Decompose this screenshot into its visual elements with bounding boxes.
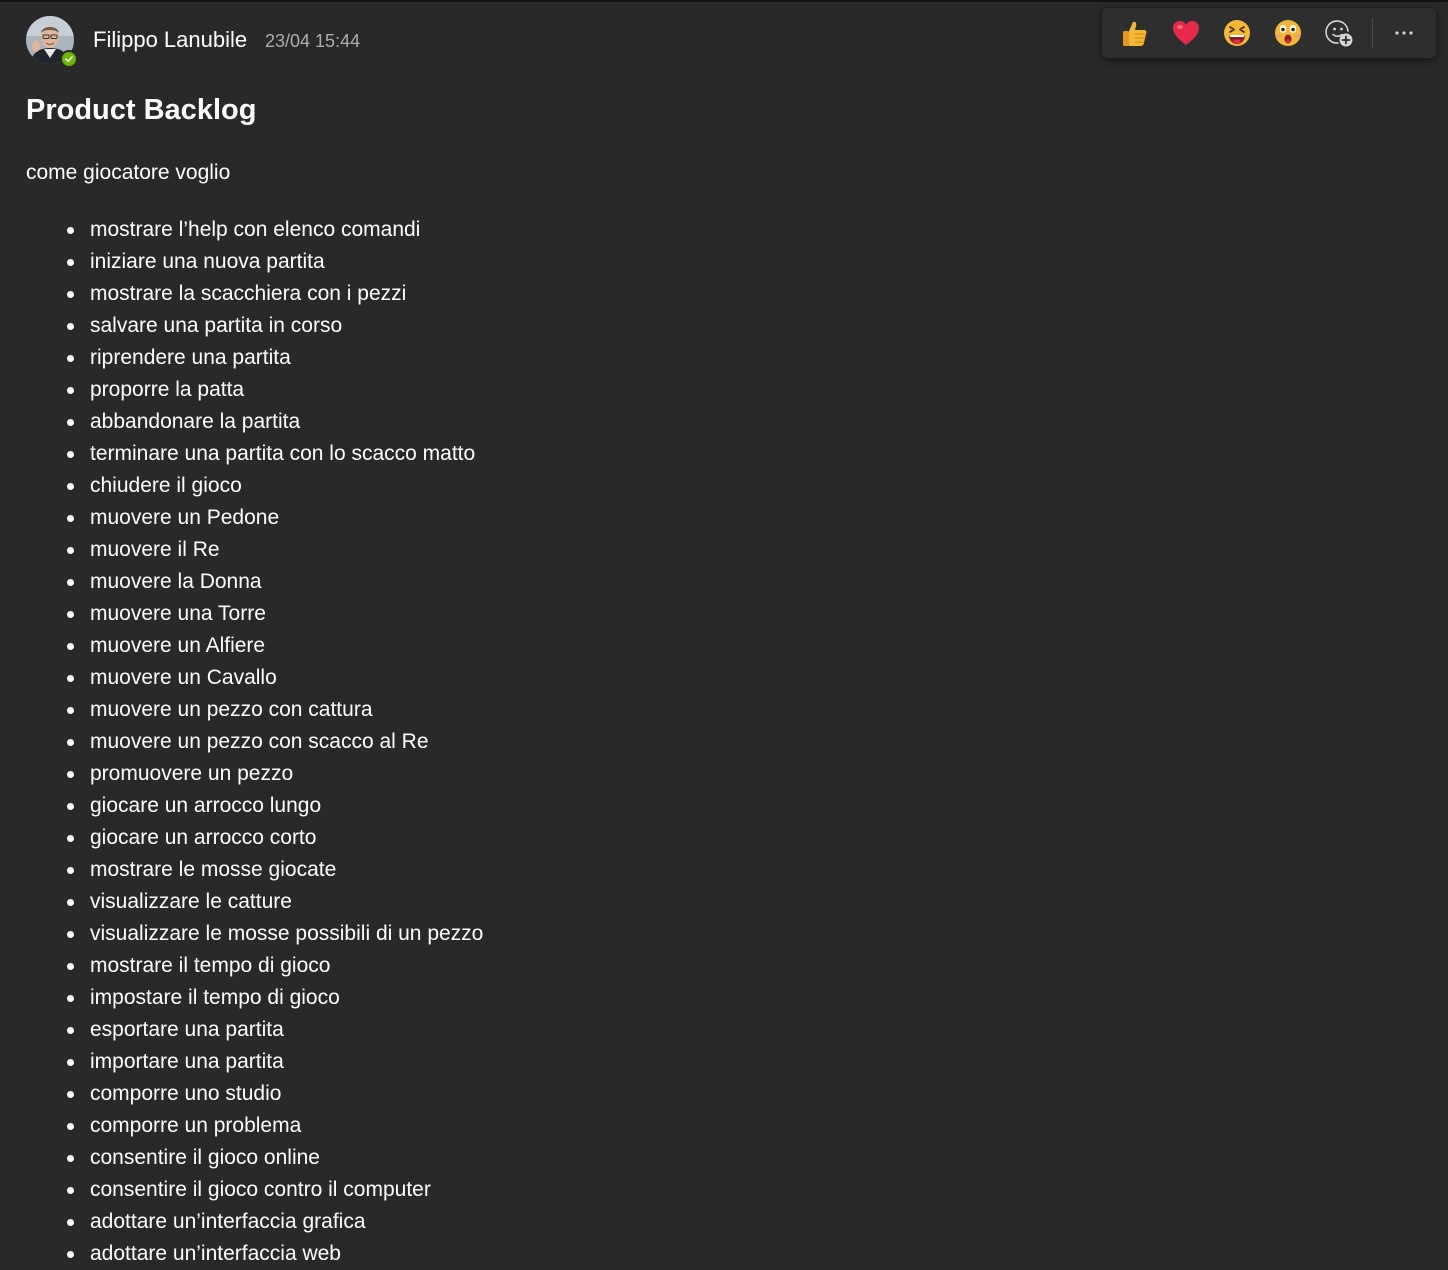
reaction-bar (1102, 8, 1436, 58)
list-item: iniziare una nuova partita (0, 246, 483, 278)
reaction-like-button[interactable] (1119, 17, 1151, 49)
list-item: mostrare l’help con elenco comandi (0, 214, 483, 246)
list-item: consentire il gioco online (0, 1142, 483, 1174)
list-item: esportare una partita (0, 1014, 483, 1046)
list-item: mostrare la scacchiera con i pezzi (0, 278, 483, 310)
add-reaction-button[interactable] (1323, 17, 1355, 49)
list-item: mostrare il tempo di gioco (0, 950, 483, 982)
list-item: riprendere una partita (0, 342, 483, 374)
thumbs-up-icon (1123, 21, 1147, 46)
list-item: importare una partita (0, 1046, 483, 1078)
message-intro: come giocatore voglio (26, 161, 231, 184)
list-item: muovere un pezzo con cattura (0, 694, 483, 726)
message-timestamp: 23/04 15:44 (265, 31, 361, 51)
list-item: giocare un arrocco corto (0, 822, 483, 854)
reaction-laugh-button[interactable] (1221, 17, 1253, 49)
list-item: promuovere un pezzo (0, 758, 483, 790)
list-item: chiudere il gioco (0, 470, 483, 502)
reaction-heart-button[interactable] (1170, 17, 1202, 49)
add-reaction-icon (1325, 20, 1353, 47)
list-item: proporre la patta (0, 374, 483, 406)
surprised-icon (1275, 20, 1301, 46)
list-item: consentire il gioco contro il computer (0, 1174, 483, 1206)
heart-icon (1173, 21, 1199, 45)
message-title: Product Backlog (26, 94, 257, 126)
list-item: muovere una Torre (0, 598, 483, 630)
list-item: mostrare le mosse giocate (0, 854, 483, 886)
list-item: terminare una partita con lo scacco matt… (0, 438, 483, 470)
backlog-list: mostrare l’help con elenco comandi inizia… (0, 214, 483, 1270)
reaction-surprised-button[interactable] (1272, 17, 1304, 49)
message-author[interactable]: Filippo Lanubile (93, 27, 247, 53)
chat-message: Filippo Lanubile 23/04 15:44 Product Bac… (0, 0, 1448, 1267)
avatar[interactable] (26, 16, 78, 68)
list-item: abbandonare la partita (0, 406, 483, 438)
list-item: adottare un’interfaccia web (0, 1238, 483, 1270)
list-item: muovere un Alfiere (0, 630, 483, 662)
list-item: salvare una partita in corso (0, 310, 483, 342)
presence-available-icon (60, 50, 78, 68)
list-item: muovere un Pedone (0, 502, 483, 534)
list-item: adottare un’interfaccia grafica (0, 1206, 483, 1238)
laugh-icon (1224, 20, 1250, 46)
list-item: visualizzare le catture (0, 886, 483, 918)
list-item: comporre uno studio (0, 1078, 483, 1110)
list-item: giocare un arrocco lungo (0, 790, 483, 822)
list-item: muovere la Donna (0, 566, 483, 598)
reaction-bar-divider (1372, 18, 1373, 48)
list-item: muovere un Cavallo (0, 662, 483, 694)
list-item: muovere il Re (0, 534, 483, 566)
more-icon (1395, 31, 1413, 35)
list-item: impostare il tempo di gioco (0, 982, 483, 1014)
list-item: comporre un problema (0, 1110, 483, 1142)
list-item: visualizzare le mosse possibili di un pe… (0, 918, 483, 950)
more-options-button[interactable] (1388, 17, 1420, 49)
list-item: muovere un pezzo con scacco al Re (0, 726, 483, 758)
